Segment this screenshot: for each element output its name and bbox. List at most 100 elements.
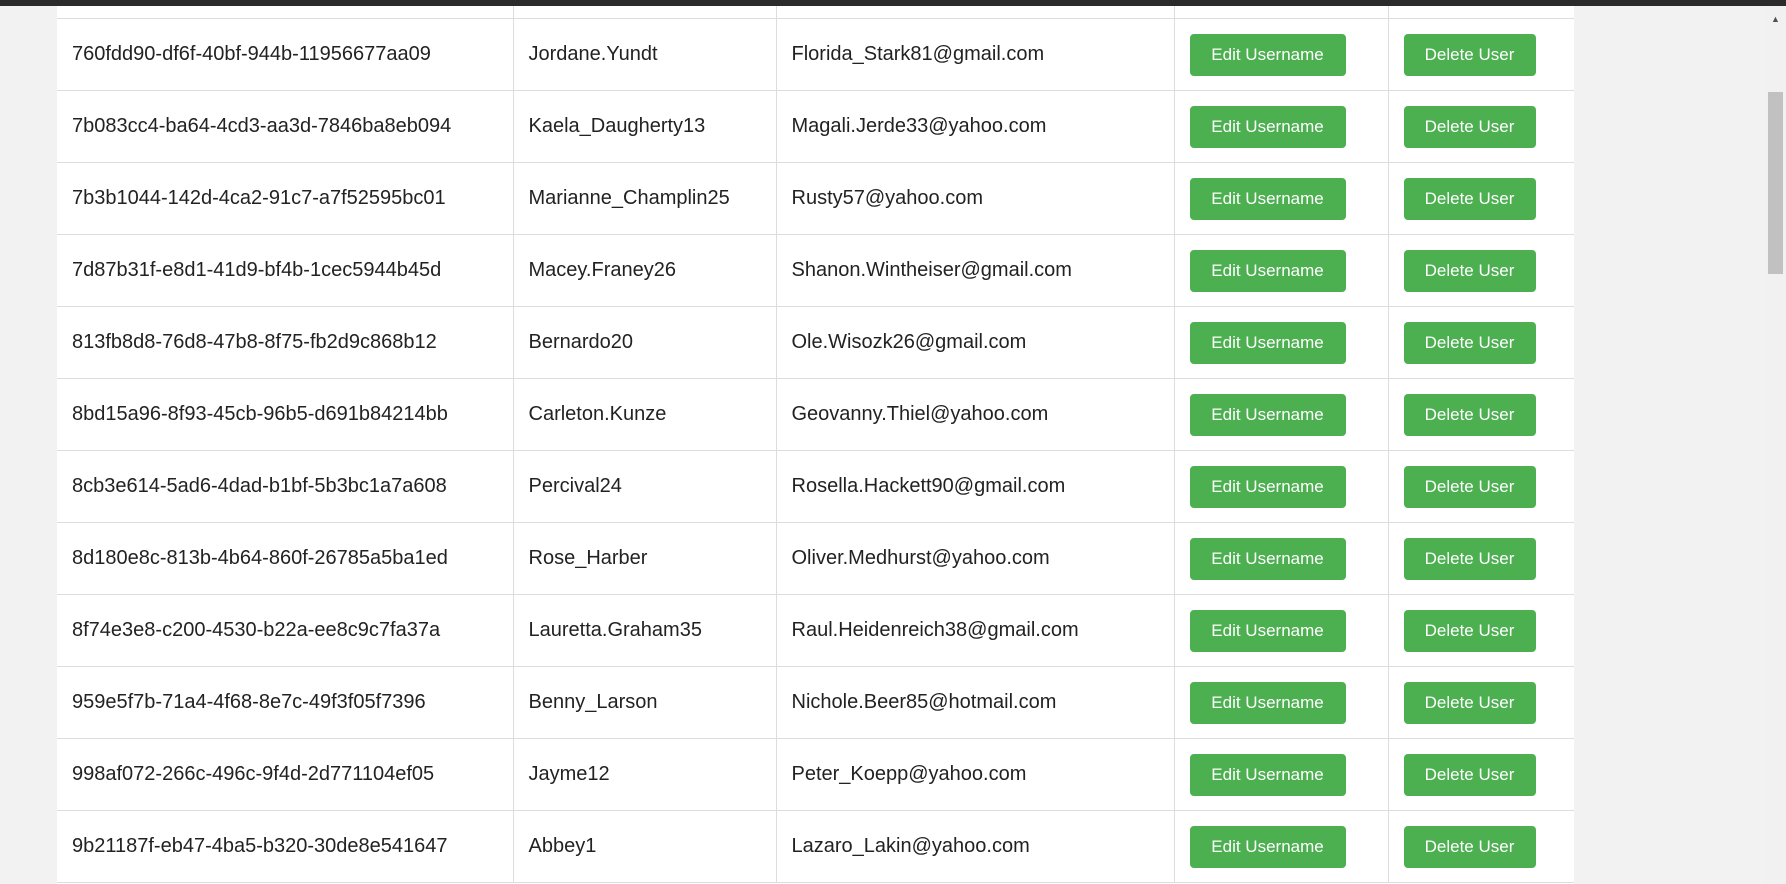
table-row-partial: [57, 6, 1574, 19]
edit-cell: Edit Username: [1174, 18, 1389, 91]
delete-user-button[interactable]: Delete User: [1403, 393, 1536, 436]
email-cell: Magali.Jerde33@yahoo.com: [776, 90, 1175, 163]
delete-user-button[interactable]: Delete User: [1403, 537, 1536, 580]
username-cell: Marianne_Champlin25: [513, 162, 777, 235]
email-cell: Lazaro_Lakin@yahoo.com: [776, 810, 1175, 883]
edit-cell: Edit Username: [1174, 522, 1389, 595]
edit-cell: Edit Username: [1174, 162, 1389, 235]
user-id-cell: 813fb8d8-76d8-47b8-8f75-fb2d9c868b12: [57, 306, 514, 379]
delete-cell: Delete User: [1388, 810, 1574, 883]
delete-cell: Delete User: [1388, 378, 1574, 451]
email-cell: Rosella.Hackett90@gmail.com: [776, 450, 1175, 523]
delete-cell: Delete User: [1388, 90, 1574, 163]
table-row: 813fb8d8-76d8-47b8-8f75-fb2d9c868b12 Ber…: [57, 306, 1574, 379]
table-row: 7b3b1044-142d-4ca2-91c7-a7f52595bc01 Mar…: [57, 162, 1574, 235]
username-cell: Lauretta.Graham35: [513, 594, 777, 667]
edit-cell: Edit Username: [1174, 450, 1389, 523]
email-cell: Oliver.Medhurst@yahoo.com: [776, 522, 1175, 595]
delete-cell: Delete User: [1388, 18, 1574, 91]
user-id-cell: 8d180e8c-813b-4b64-860f-26785a5ba1ed: [57, 522, 514, 595]
edit-cell: Edit Username: [1174, 306, 1389, 379]
delete-cell: Delete User: [1388, 522, 1574, 595]
user-id-cell: 8bd15a96-8f93-45cb-96b5-d691b84214bb: [57, 378, 514, 451]
edit-username-button[interactable]: Edit Username: [1189, 33, 1346, 76]
user-id-cell: 7d87b31f-e8d1-41d9-bf4b-1cec5944b45d: [57, 234, 514, 307]
edit-username-button[interactable]: Edit Username: [1189, 609, 1346, 652]
delete-user-button[interactable]: Delete User: [1403, 465, 1536, 508]
username-cell: Macey.Franey26: [513, 234, 777, 307]
username-cell: Jayme12: [513, 738, 777, 811]
edit-cell: Edit Username: [1174, 810, 1389, 883]
delete-user-button[interactable]: Delete User: [1403, 177, 1536, 220]
email-cell: Shanon.Wintheiser@gmail.com: [776, 234, 1175, 307]
user-id-cell: 7b3b1044-142d-4ca2-91c7-a7f52595bc01: [57, 162, 514, 235]
edit-username-button[interactable]: Edit Username: [1189, 321, 1346, 364]
email-cell: Nichole.Beer85@hotmail.com: [776, 666, 1175, 739]
username-cell: Percival24: [513, 450, 777, 523]
delete-user-button[interactable]: Delete User: [1403, 249, 1536, 292]
users-table: 760fdd90-df6f-40bf-944b-11956677aa09 Jor…: [57, 6, 1574, 883]
delete-user-button[interactable]: Delete User: [1403, 321, 1536, 364]
scrollbar-thumb[interactable]: [1768, 92, 1783, 274]
delete-user-button[interactable]: Delete User: [1403, 33, 1536, 76]
username-cell: Carleton.Kunze: [513, 378, 777, 451]
edit-username-button[interactable]: Edit Username: [1189, 825, 1346, 868]
email-cell: Geovanny.Thiel@yahoo.com: [776, 378, 1175, 451]
table-row: 8f74e3e8-c200-4530-b22a-ee8c9c7fa37a Lau…: [57, 594, 1574, 667]
delete-cell: Delete User: [1388, 738, 1574, 811]
username-cell: Benny_Larson: [513, 666, 777, 739]
delete-user-button[interactable]: Delete User: [1403, 825, 1536, 868]
table-row: 959e5f7b-71a4-4f68-8e7c-49f3f05f7396 Ben…: [57, 666, 1574, 739]
edit-cell: Edit Username: [1174, 594, 1389, 667]
delete-cell: Delete User: [1388, 594, 1574, 667]
delete-cell: Delete User: [1388, 234, 1574, 307]
username-cell: Rose_Harber: [513, 522, 777, 595]
table-row: 7b083cc4-ba64-4cd3-aa3d-7846ba8eb094 Kae…: [57, 90, 1574, 163]
table-row: 998af072-266c-496c-9f4d-2d771104ef05 Jay…: [57, 738, 1574, 811]
table-row: 8cb3e614-5ad6-4dad-b1bf-5b3bc1a7a608 Per…: [57, 450, 1574, 523]
user-id-cell: 8cb3e614-5ad6-4dad-b1bf-5b3bc1a7a608: [57, 450, 514, 523]
delete-user-button[interactable]: Delete User: [1403, 681, 1536, 724]
username-cell: Bernardo20: [513, 306, 777, 379]
users-table-body: 760fdd90-df6f-40bf-944b-11956677aa09 Jor…: [57, 6, 1574, 883]
user-id-cell: 760fdd90-df6f-40bf-944b-11956677aa09: [57, 18, 514, 91]
edit-username-button[interactable]: Edit Username: [1189, 105, 1346, 148]
edit-cell: Edit Username: [1174, 234, 1389, 307]
edit-cell: Edit Username: [1174, 666, 1389, 739]
username-cell: Kaela_Daugherty13: [513, 90, 777, 163]
email-cell: Raul.Heidenreich38@gmail.com: [776, 594, 1175, 667]
email-cell: Ole.Wisozk26@gmail.com: [776, 306, 1175, 379]
delete-user-button[interactable]: Delete User: [1403, 753, 1536, 796]
edit-cell: Edit Username: [1174, 738, 1389, 811]
user-id-cell: 9b21187f-eb47-4ba5-b320-30de8e541647: [57, 810, 514, 883]
delete-cell: Delete User: [1388, 666, 1574, 739]
user-id-cell: 7b083cc4-ba64-4cd3-aa3d-7846ba8eb094: [57, 90, 514, 163]
edit-cell: Edit Username: [1174, 378, 1389, 451]
delete-user-button[interactable]: Delete User: [1403, 609, 1536, 652]
edit-username-button[interactable]: Edit Username: [1189, 681, 1346, 724]
email-cell: Peter_Koepp@yahoo.com: [776, 738, 1175, 811]
edit-cell: Edit Username: [1174, 90, 1389, 163]
edit-username-button[interactable]: Edit Username: [1189, 753, 1346, 796]
delete-cell: Delete User: [1388, 450, 1574, 523]
edit-username-button[interactable]: Edit Username: [1189, 465, 1346, 508]
users-table-container: 760fdd90-df6f-40bf-944b-11956677aa09 Jor…: [57, 6, 1574, 884]
email-cell: Florida_Stark81@gmail.com: [776, 18, 1175, 91]
table-row: 7d87b31f-e8d1-41d9-bf4b-1cec5944b45d Mac…: [57, 234, 1574, 307]
delete-cell: Delete User: [1388, 306, 1574, 379]
user-id-cell: 959e5f7b-71a4-4f68-8e7c-49f3f05f7396: [57, 666, 514, 739]
username-cell: Abbey1: [513, 810, 777, 883]
vertical-scrollbar[interactable]: ▲: [1765, 6, 1786, 884]
edit-username-button[interactable]: Edit Username: [1189, 537, 1346, 580]
delete-user-button[interactable]: Delete User: [1403, 105, 1536, 148]
email-cell: Rusty57@yahoo.com: [776, 162, 1175, 235]
scroll-up-arrow-icon[interactable]: ▲: [1765, 12, 1786, 26]
delete-cell: Delete User: [1388, 162, 1574, 235]
table-row: 8d180e8c-813b-4b64-860f-26785a5ba1ed Ros…: [57, 522, 1574, 595]
edit-username-button[interactable]: Edit Username: [1189, 393, 1346, 436]
edit-username-button[interactable]: Edit Username: [1189, 249, 1346, 292]
table-row: 9b21187f-eb47-4ba5-b320-30de8e541647 Abb…: [57, 810, 1574, 883]
username-cell: Jordane.Yundt: [513, 18, 777, 91]
user-id-cell: 8f74e3e8-c200-4530-b22a-ee8c9c7fa37a: [57, 594, 514, 667]
edit-username-button[interactable]: Edit Username: [1189, 177, 1346, 220]
